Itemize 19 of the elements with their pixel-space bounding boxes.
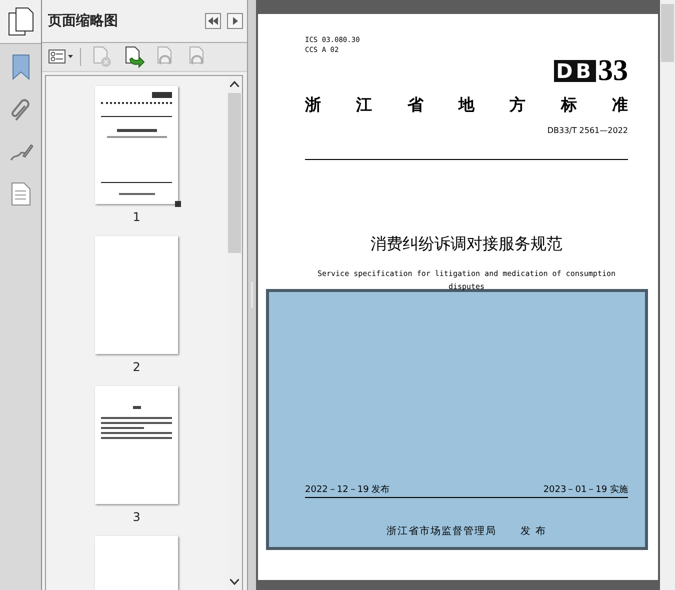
issuer-character: 浙 [305,95,321,116]
issuer-character: 标 [560,95,577,116]
issuer-character: 地 [458,95,474,116]
publish-label: 发 布 [520,525,547,538]
page-number-label: 3 [132,510,140,524]
document-title: 消费纠纷诉调对接服务规范 [370,234,562,255]
panel-title: 页面缩略图 [48,12,118,30]
effective-date: 2023－01－19 实施 [543,484,628,496]
standard-code: DB33/T 2561—2022 [547,126,628,135]
issuer-character: 江 [356,95,372,116]
logo-prefix: DB [554,60,596,82]
page-number-label: 2 [132,360,140,374]
issuer-character: 准 [612,95,628,116]
issuer-character: 省 [407,95,424,116]
publish-date: 2022－12－19 发布 [305,484,390,496]
publisher: 浙江省市场监督管理局 [386,524,496,538]
logo-number: 33 [598,57,628,85]
page-number-label: 1 [132,210,140,224]
issuer-character: 方 [510,95,526,116]
